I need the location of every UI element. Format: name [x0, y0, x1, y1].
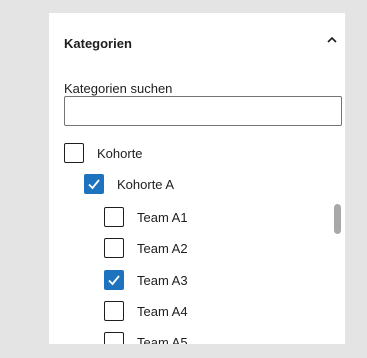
category-checkbox-5[interactable] [104, 301, 124, 321]
category-checkbox-3[interactable] [104, 238, 124, 258]
category-item-2[interactable]: Team A1 [104, 206, 188, 228]
checkmark-icon [88, 179, 100, 190]
category-checkbox-6[interactable] [104, 332, 124, 344]
category-label-5: Team A4 [137, 303, 188, 319]
category-item-6[interactable]: Team A5 [104, 331, 188, 344]
category-label-0: Kohorte [97, 145, 143, 161]
category-checkbox-2[interactable] [104, 207, 124, 227]
category-item-5[interactable]: Team A4 [104, 300, 188, 322]
category-label-4: Team A3 [137, 272, 188, 288]
category-label-1: Kohorte A [117, 176, 175, 192]
category-checkbox-0[interactable] [64, 143, 84, 163]
category-item-3[interactable]: Team A2 [104, 237, 188, 259]
category-label-6: Team A5 [137, 334, 188, 345]
category-list: Kohorte Kohorte A Team A1 Team A2 Team A [49, 13, 345, 344]
category-checkbox-1[interactable] [84, 174, 104, 194]
category-label-3: Team A2 [137, 240, 188, 256]
category-item-0[interactable]: Kohorte [64, 142, 143, 164]
category-label-2: Team A1 [137, 209, 188, 225]
category-item-4[interactable]: Team A3 [104, 269, 188, 291]
categories-panel: Kategorien Kategorien suchen Kohorte Koh… [49, 13, 345, 344]
scrollbar-thumb[interactable] [334, 204, 341, 234]
category-checkbox-4[interactable] [104, 270, 124, 290]
category-item-1[interactable]: Kohorte A [84, 173, 174, 195]
checkmark-icon [108, 275, 120, 286]
